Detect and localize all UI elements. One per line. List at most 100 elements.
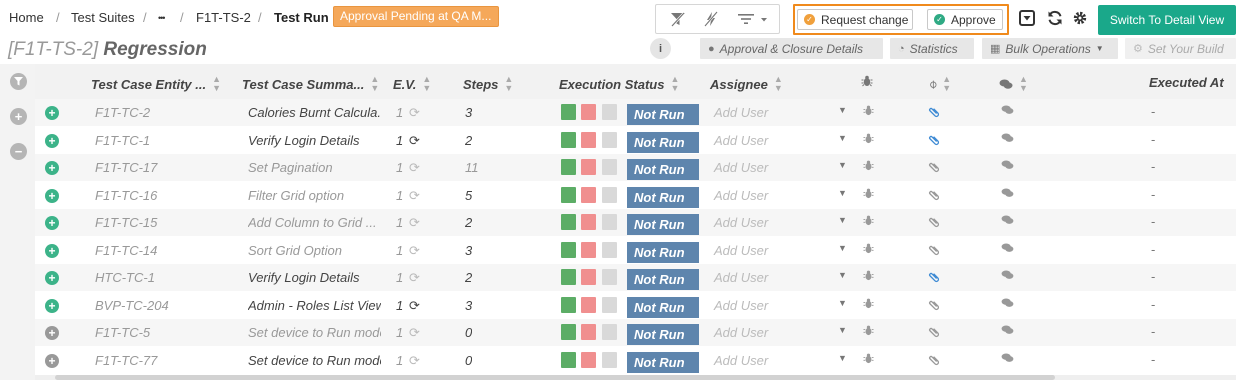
paperclip-icon[interactable] xyxy=(927,242,944,259)
execution-status-select[interactable]: Not Run xyxy=(627,269,699,290)
table-row[interactable]: + F1T-TC-16 Filter Grid option 1 ⟳ 5 Not Run Ad… xyxy=(35,182,1236,209)
table-row[interactable]: + F1T-TC-77 Set device to Run mode 1 ⟳ 0 Not R… xyxy=(35,347,1236,374)
execution-status-select[interactable]: Not Run xyxy=(627,241,699,263)
execution-status-select[interactable]: Not Run xyxy=(627,351,699,373)
execution-status-select[interactable]: Not Run xyxy=(627,324,699,345)
expand-row-button[interactable]: + xyxy=(45,188,59,203)
pass-button[interactable] xyxy=(561,269,576,285)
bug-icon[interactable] xyxy=(863,243,874,257)
refresh-version-icon[interactable]: ⟳ xyxy=(409,160,420,176)
paperclip-icon[interactable] xyxy=(927,105,944,122)
pass-button[interactable] xyxy=(561,159,576,175)
table-row[interactable]: + F1T-TC-14 Sort Grid Option 1 ⟳ 3 Not Run Add … xyxy=(35,237,1236,264)
settings-button[interactable] xyxy=(1071,9,1089,27)
fail-button[interactable] xyxy=(581,296,596,313)
breadcrumb-more[interactable]: ••• xyxy=(158,13,166,23)
info-button[interactable]: i xyxy=(650,38,671,59)
pass-button[interactable] xyxy=(561,241,576,258)
paperclip-icon[interactable] xyxy=(927,352,944,369)
refresh-version-icon[interactable]: ⟳ xyxy=(409,270,420,286)
chevron-down-icon[interactable]: ▼ xyxy=(838,105,847,115)
unlink-button[interactable] xyxy=(696,5,726,33)
dropdown-box-button[interactable] xyxy=(1018,9,1036,27)
filter-button[interactable] xyxy=(10,73,27,90)
table-row[interactable]: + F1T-TC-5 Set device to Run mode 1 ⟳ 0 Not Ru… xyxy=(35,319,1236,346)
chevron-down-icon[interactable]: ▼ xyxy=(838,188,847,198)
comments-icon[interactable] xyxy=(1001,325,1014,338)
bug-icon[interactable] xyxy=(863,270,874,284)
bug-icon[interactable] xyxy=(863,188,874,202)
comments-icon[interactable] xyxy=(1001,242,1014,256)
fail-button[interactable] xyxy=(581,324,596,340)
refresh-version-icon[interactable]: ⟳ xyxy=(409,325,420,341)
comments-icon[interactable] xyxy=(1001,187,1014,201)
bug-icon[interactable] xyxy=(863,298,874,312)
fail-button[interactable] xyxy=(581,104,596,120)
execution-status-select[interactable]: Not Run xyxy=(627,214,699,235)
column-header-assignee[interactable]: Assignee ▲ ▼ xyxy=(710,75,783,93)
table-row[interactable]: + BVP-TC-204 Admin - Roles List View 1 ⟳ 3 Not… xyxy=(35,292,1236,319)
column-header-ev[interactable]: E.V. ▲ ▼ xyxy=(393,75,431,93)
na-button[interactable] xyxy=(602,186,617,203)
chevron-down-icon[interactable]: ▼ xyxy=(838,298,847,308)
execution-status-select[interactable]: Not Run xyxy=(627,131,699,153)
pass-button[interactable] xyxy=(561,351,576,368)
table-row[interactable]: + F1T-TC-15 Add Column to Grid ... 1 ⟳ 2 Not R… xyxy=(35,209,1236,236)
refresh-button[interactable] xyxy=(1046,9,1064,27)
pass-button[interactable] xyxy=(561,104,576,120)
refresh-version-icon[interactable]: ⟳ xyxy=(409,105,420,121)
assignee-input[interactable]: Add User xyxy=(714,270,768,285)
na-button[interactable] xyxy=(602,159,617,175)
test-case-id[interactable]: F1T-TC-17 xyxy=(95,160,235,175)
na-button[interactable] xyxy=(602,214,617,230)
comments-icon[interactable] xyxy=(1001,132,1014,146)
table-row[interactable]: + F1T-TC-2 Calories Burnt Calcula... 1 ⟳ 3 Not… xyxy=(35,99,1236,126)
refresh-version-icon[interactable]: ⟳ xyxy=(409,188,420,204)
table-row[interactable]: + F1T-TC-1 Verify Login Details 1 ⟳ 2 Not Run A… xyxy=(35,127,1236,154)
na-button[interactable] xyxy=(602,269,617,285)
expand-row-button[interactable]: + xyxy=(45,353,59,368)
request-change-button[interactable]: ✓ Request change xyxy=(797,9,913,30)
comments-icon[interactable] xyxy=(1001,160,1014,173)
refresh-version-icon[interactable]: ⟳ xyxy=(409,215,420,231)
breadcrumb-home[interactable]: Home xyxy=(9,10,44,25)
pass-button[interactable] xyxy=(561,296,576,313)
chevron-down-icon[interactable]: ▼ xyxy=(838,353,847,363)
refresh-version-icon[interactable]: ⟳ xyxy=(409,243,420,259)
na-button[interactable] xyxy=(602,351,617,368)
clear-filter-button[interactable] xyxy=(662,5,694,33)
fail-button[interactable] xyxy=(581,159,596,175)
assignee-input[interactable]: Add User xyxy=(714,160,768,175)
column-header-defects[interactable] xyxy=(861,75,873,87)
assignee-input[interactable]: Add User xyxy=(714,353,768,368)
execution-status-select[interactable]: Not Run xyxy=(627,104,699,125)
expand-row-button[interactable]: + xyxy=(45,106,59,120)
paperclip-icon[interactable] xyxy=(927,297,944,314)
execution-status-select[interactable]: Not Run xyxy=(627,186,699,208)
assignee-input[interactable]: Add User xyxy=(714,325,768,340)
column-header-status[interactable]: Execution Status ▲ ▼ xyxy=(559,75,679,93)
expand-row-button[interactable]: + xyxy=(45,298,59,313)
fail-button[interactable] xyxy=(581,131,596,148)
paperclip-icon[interactable] xyxy=(927,160,944,177)
sort-filter-dropdown[interactable] xyxy=(730,5,776,33)
horizontal-scrollbar[interactable] xyxy=(35,375,1236,380)
chevron-down-icon[interactable]: ▼ xyxy=(838,133,847,143)
approve-button[interactable]: ✓ Approve xyxy=(927,9,1003,30)
fail-button[interactable] xyxy=(581,241,596,258)
execution-status-select[interactable]: Not Run xyxy=(627,296,699,318)
assignee-input[interactable]: Add User xyxy=(714,105,768,120)
paperclip-icon[interactable] xyxy=(927,270,944,287)
test-case-id[interactable]: F1T-TC-2 xyxy=(95,105,235,120)
chevron-down-icon[interactable]: ▼ xyxy=(838,215,847,225)
collapse-all-button[interactable]: − xyxy=(10,143,27,160)
bug-icon[interactable] xyxy=(863,325,874,339)
bug-icon[interactable] xyxy=(863,105,874,119)
statistics-button[interactable]: ◔ Statistics xyxy=(890,38,974,59)
fail-button[interactable] xyxy=(581,351,596,368)
comments-icon[interactable] xyxy=(1001,352,1014,366)
refresh-version-icon[interactable]: ⟳ xyxy=(409,353,420,369)
paperclip-icon[interactable] xyxy=(927,325,944,342)
comments-icon[interactable] xyxy=(1001,297,1014,311)
assignee-input[interactable]: Add User xyxy=(714,243,768,258)
